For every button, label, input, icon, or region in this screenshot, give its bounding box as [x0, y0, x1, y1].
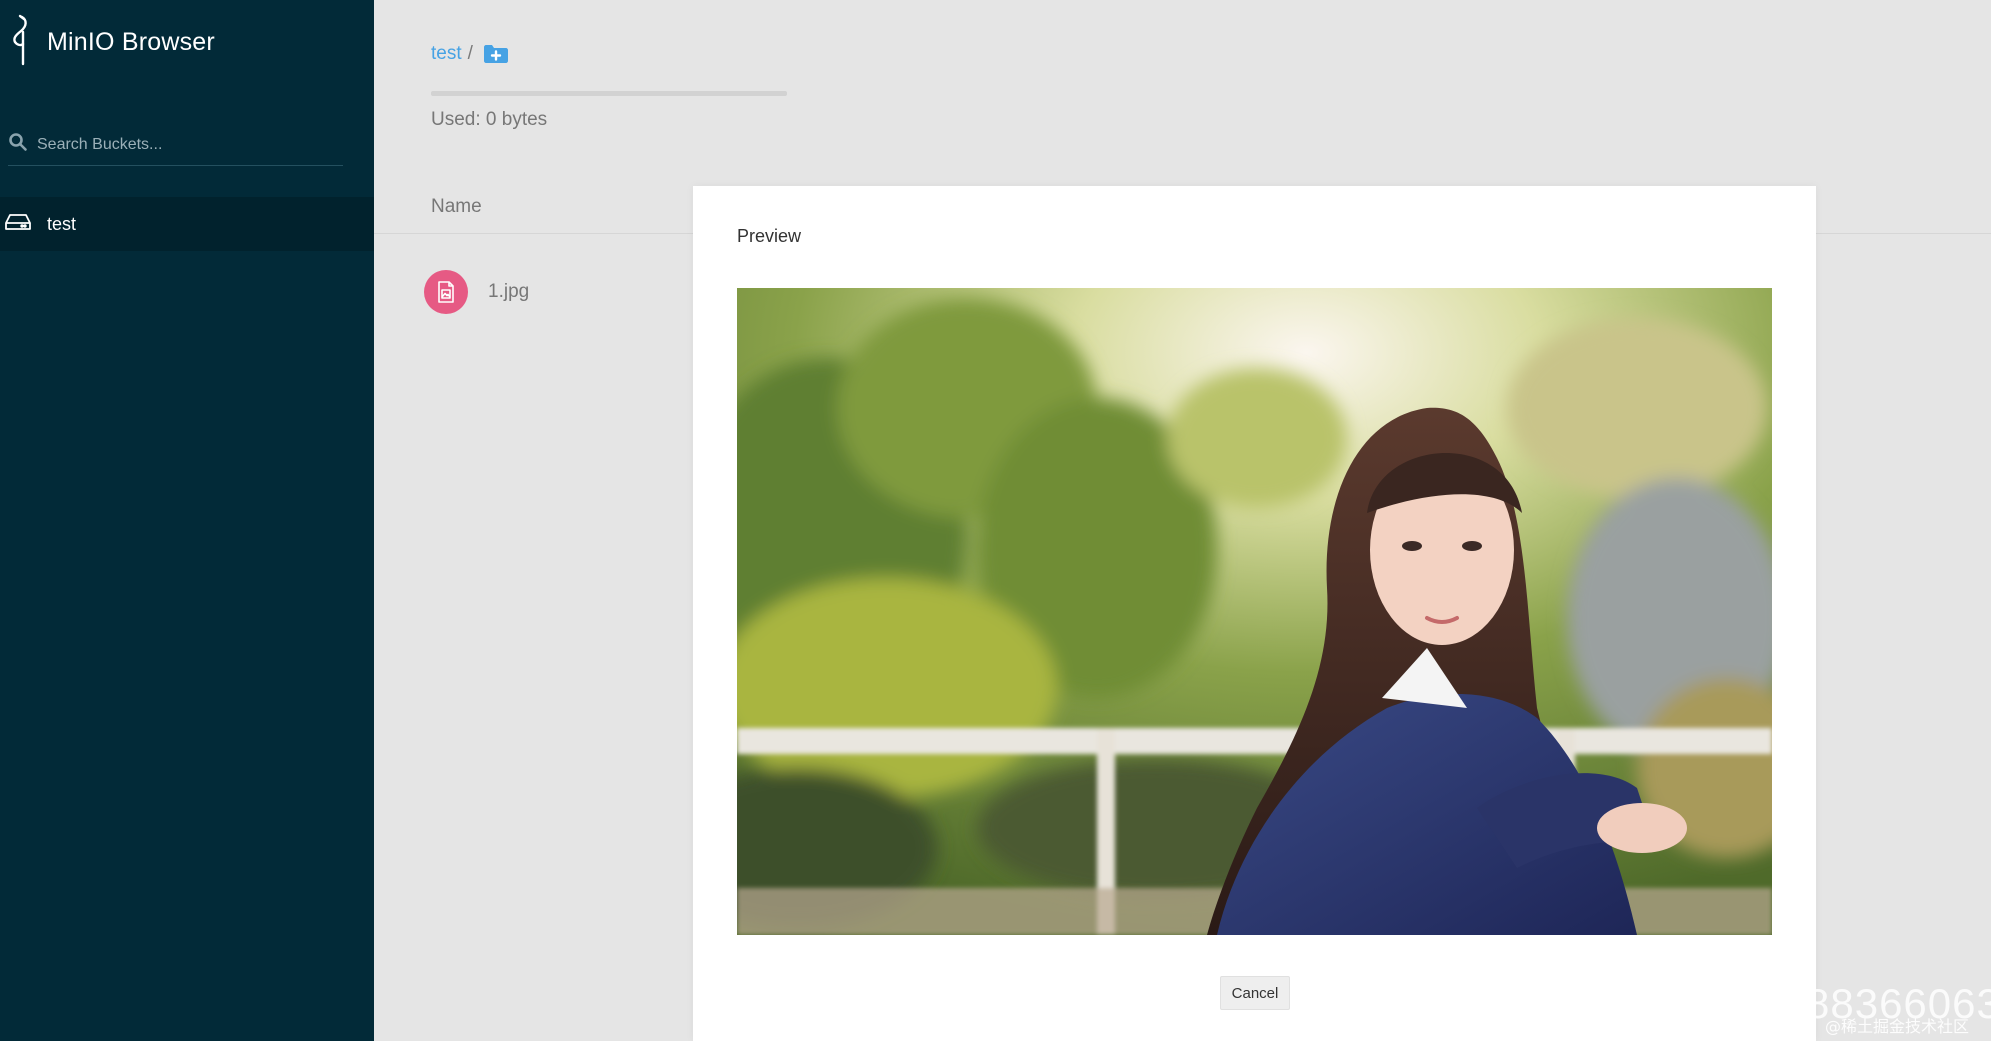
storage-used-text: Used: 0 bytes [431, 109, 548, 130]
storage-usage-bar [431, 91, 787, 96]
breadcrumb-bucket-link[interactable]: test [431, 43, 462, 65]
bucket-label: test [47, 213, 77, 234]
cancel-button[interactable]: Cancel [1220, 976, 1290, 1010]
column-header-name[interactable]: Name [431, 196, 482, 218]
search-buckets-input[interactable] [37, 135, 317, 154]
table-row[interactable]: 1.jpg [424, 270, 529, 314]
modal-title: Preview [737, 226, 802, 246]
app-logo[interactable]: MinIO Browser [5, 14, 215, 71]
minio-logo-icon [5, 14, 33, 71]
new-folder-icon[interactable] [483, 44, 509, 64]
sidebar: MinIO Browser test [0, 0, 374, 1041]
preview-modal: Preview Cancel [693, 186, 1816, 1041]
file-name: 1.jpg [488, 281, 530, 302]
image-file-icon[interactable] [424, 270, 468, 314]
bucket-search [8, 124, 343, 166]
breadcrumb-separator: / [467, 43, 473, 64]
search-icon [8, 132, 28, 157]
app-title: MinIO Browser [47, 28, 215, 56]
breadcrumb: test / [431, 43, 509, 65]
image-preview [737, 288, 1772, 935]
sidebar-item-bucket-test[interactable]: test [0, 197, 374, 251]
hard-drive-icon [5, 212, 31, 237]
watermark-text: @稀土掘金技术社区 [1825, 1017, 1970, 1036]
